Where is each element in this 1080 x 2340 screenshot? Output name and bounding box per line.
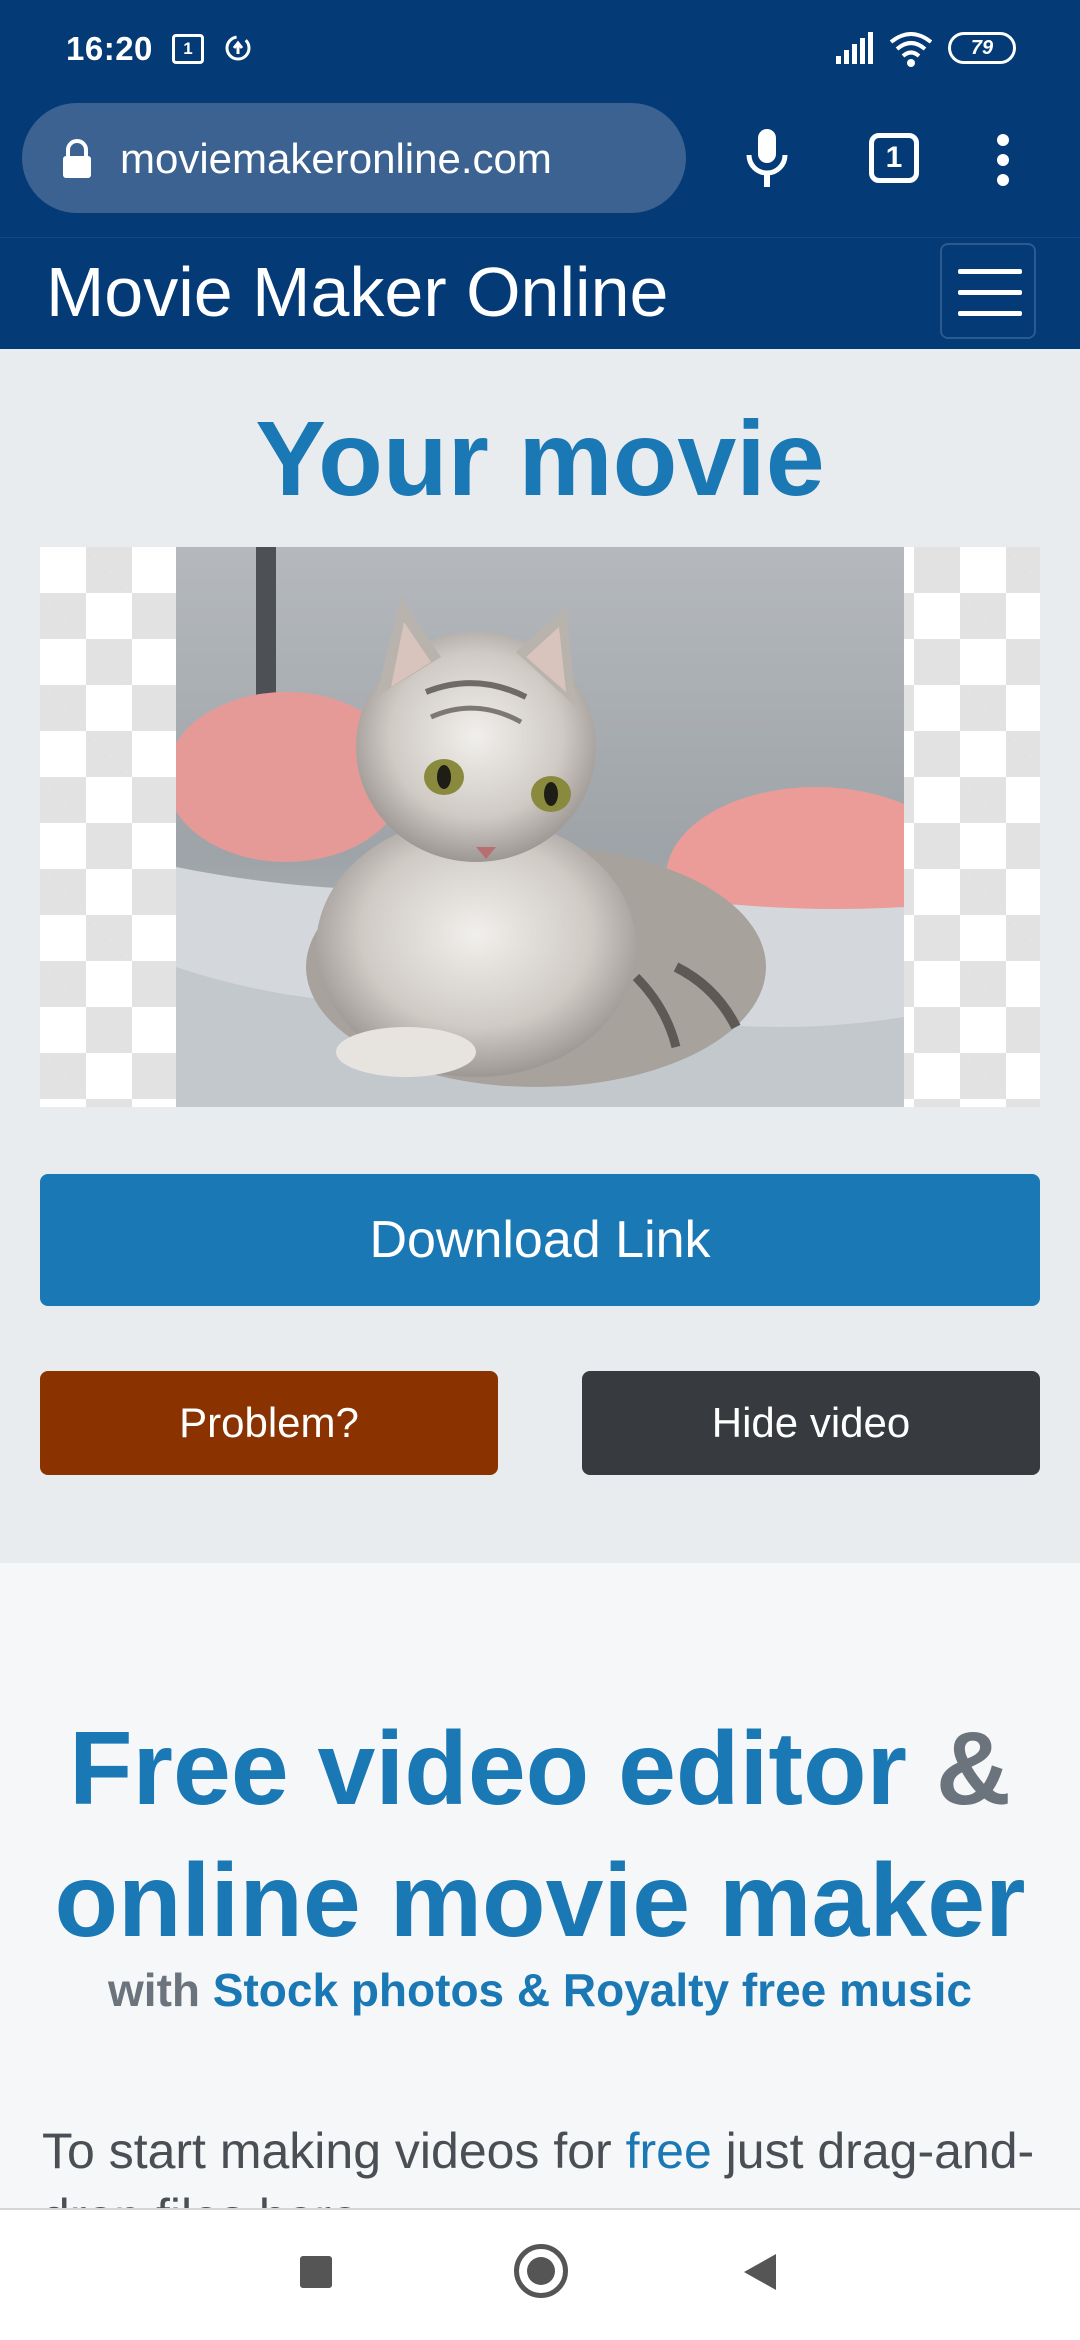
wifi-icon	[889, 32, 933, 67]
site-brand[interactable]: Movie Maker Online	[46, 252, 668, 332]
lock-icon	[63, 139, 91, 178]
signal-icon	[836, 32, 873, 64]
browser-toolbar: moviemakeronline.com 1	[0, 97, 1080, 237]
intro-heading-part1: Free video editor	[68, 1711, 907, 1827]
back-icon[interactable]	[742, 2252, 778, 2292]
hamburger-icon[interactable]	[940, 243, 1036, 339]
battery-icon: 79	[948, 32, 1016, 64]
intro-section: Free video editor & online movie maker w…	[0, 1563, 1080, 2245]
sync-icon	[225, 35, 251, 61]
intro-heading: Free video editor & online movie maker	[0, 1703, 1080, 1967]
mic-icon[interactable]	[744, 127, 790, 189]
movie-title: Your movie	[255, 400, 825, 518]
stock-photos-link[interactable]: Stock photos & Royalty free music	[213, 1964, 972, 2016]
system-nav-bar	[0, 2208, 1080, 2340]
menu-dots-icon[interactable]	[994, 133, 1012, 187]
intro-subheading: with Stock photos & Royalty free music	[0, 1963, 1080, 2017]
tabs-icon[interactable]: 1	[869, 133, 919, 183]
intro-heading-amp: &	[935, 1711, 1011, 1827]
hide-video-button[interactable]: Hide video	[582, 1371, 1040, 1475]
problem-button[interactable]: Problem?	[40, 1371, 498, 1475]
video-player[interactable]	[40, 547, 1040, 1107]
free-link[interactable]: free	[626, 2123, 712, 2179]
sim-icon: 1	[172, 34, 204, 64]
status-time: 16:20	[66, 30, 153, 67]
status-bar: 16:20 1 79	[0, 0, 1080, 97]
intro-sub-prefix: with	[108, 1964, 200, 2016]
intro-heading-part2: online movie maker	[54, 1843, 1026, 1959]
video-preview-image	[176, 547, 904, 1107]
address-bar[interactable]: moviemakeronline.com	[22, 103, 686, 213]
home-icon[interactable]	[514, 2244, 568, 2298]
movie-section: Your movie Download Link Problem? Hide v…	[0, 349, 1080, 1563]
site-header: Movie Maker Online	[0, 237, 1080, 349]
intro-para-prefix: To start making videos for	[42, 2123, 612, 2179]
download-link-button[interactable]: Download Link	[40, 1174, 1040, 1306]
url-text: moviemakeronline.com	[120, 135, 552, 182]
recent-apps-icon[interactable]	[300, 2256, 332, 2288]
